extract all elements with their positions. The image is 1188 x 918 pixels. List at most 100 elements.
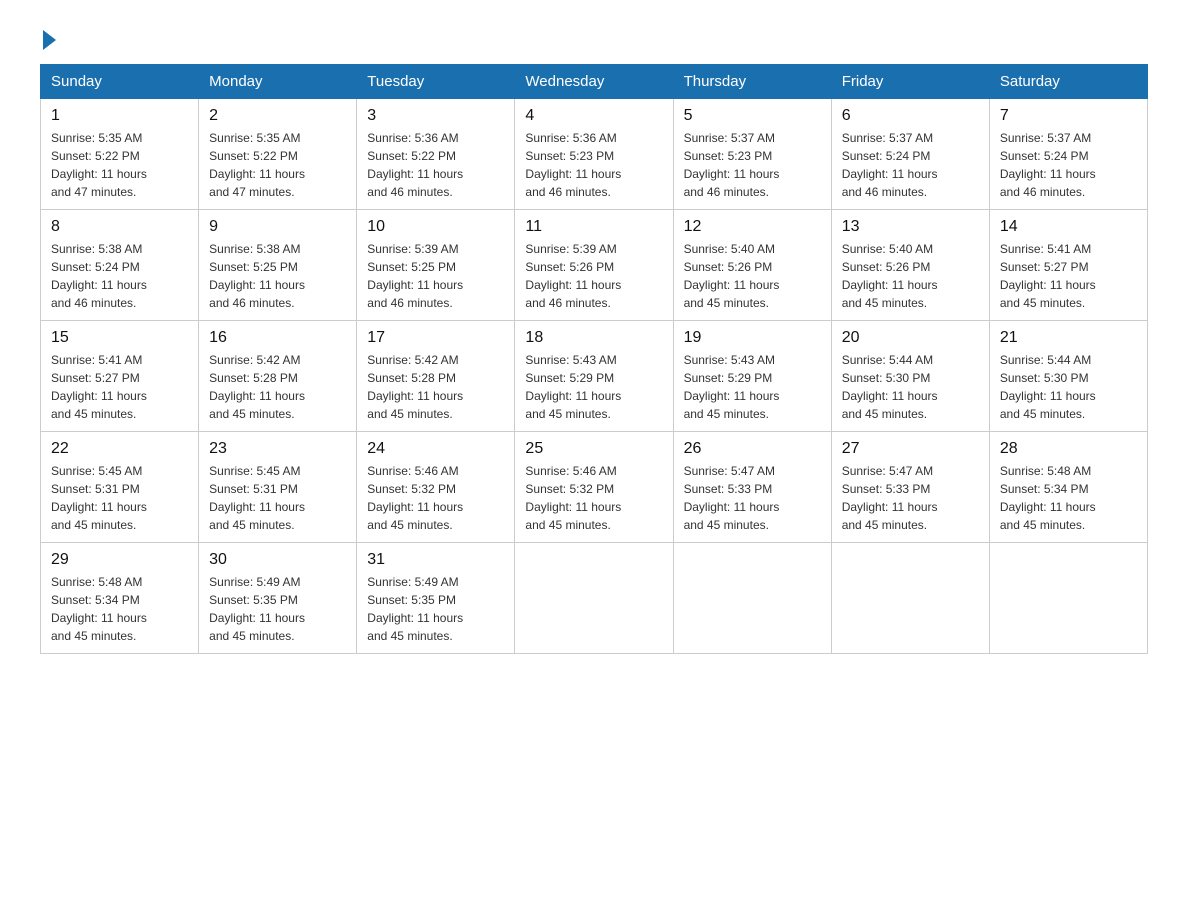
day-info: Sunrise: 5:48 AM Sunset: 5:34 PM Dayligh… xyxy=(1000,462,1137,534)
calendar-empty-cell xyxy=(515,543,673,654)
calendar-day-cell: 9Sunrise: 5:38 AM Sunset: 5:25 PM Daylig… xyxy=(199,210,357,321)
day-number: 9 xyxy=(209,218,346,236)
day-number: 13 xyxy=(842,218,979,236)
day-info: Sunrise: 5:35 AM Sunset: 5:22 PM Dayligh… xyxy=(209,129,346,201)
logo xyxy=(40,30,56,44)
logo-top xyxy=(40,30,56,50)
day-info: Sunrise: 5:39 AM Sunset: 5:25 PM Dayligh… xyxy=(367,240,504,312)
calendar-header-wednesday: Wednesday xyxy=(515,65,673,99)
calendar-day-cell: 28 Sunrise: 5:48 AM Sunset: 5:34 PM Dayli… xyxy=(989,432,1147,543)
calendar-header-sunday: Sunday xyxy=(41,65,199,99)
calendar-day-cell: 8 Sunrise: 5:38 AM Sunset: 5:24 PM Daylig… xyxy=(41,210,199,321)
calendar-header-monday: Monday xyxy=(199,65,357,99)
day-info: Sunrise: 5:41 AM Sunset: 5:27 PM Dayligh… xyxy=(1000,240,1137,312)
calendar-week-row: 22 Sunrise: 5:45 AM Sunset: 5:31 PM Dayli… xyxy=(41,432,1148,543)
day-number: 12 xyxy=(684,218,821,236)
calendar-header-saturday: Saturday xyxy=(989,65,1147,99)
day-number: 22 xyxy=(51,440,188,458)
day-number: 8 xyxy=(51,218,188,236)
calendar-day-cell: 6 Sunrise: 5:37 AM Sunset: 5:24 PM Daylig… xyxy=(831,99,989,210)
calendar-day-cell: 16 Sunrise: 5:42 AM Sunset: 5:28 PM Dayli… xyxy=(199,321,357,432)
day-number: 5 xyxy=(684,107,821,125)
calendar-day-cell: 1Sunrise: 5:35 AM Sunset: 5:22 PM Daylig… xyxy=(41,99,199,210)
day-number: 2 xyxy=(209,107,346,125)
calendar-day-cell: 29 Sunrise: 5:48 AM Sunset: 5:34 PM Dayli… xyxy=(41,543,199,654)
day-info: Sunrise: 5:46 AM Sunset: 5:32 PM Dayligh… xyxy=(367,462,504,534)
day-info: Sunrise: 5:36 AM Sunset: 5:22 PM Dayligh… xyxy=(367,129,504,201)
day-number: 26 xyxy=(684,440,821,458)
day-number: 6 xyxy=(842,107,979,125)
day-info: Sunrise: 5:43 AM Sunset: 5:29 PM Dayligh… xyxy=(525,351,662,423)
day-info: Sunrise: 5:37 AM Sunset: 5:24 PM Dayligh… xyxy=(842,129,979,201)
day-info: Sunrise: 5:46 AM Sunset: 5:32 PM Dayligh… xyxy=(525,462,662,534)
calendar-header-friday: Friday xyxy=(831,65,989,99)
day-number: 28 xyxy=(1000,440,1137,458)
logo-triangle-icon xyxy=(43,30,56,50)
calendar-empty-cell xyxy=(673,543,831,654)
calendar-day-cell: 20 Sunrise: 5:44 AM Sunset: 5:30 PM Dayli… xyxy=(831,321,989,432)
day-info: Sunrise: 5:45 AM Sunset: 5:31 PM Dayligh… xyxy=(209,462,346,534)
calendar-table: SundayMondayTuesdayWednesdayThursdayFrid… xyxy=(40,64,1148,654)
day-number: 4 xyxy=(525,107,662,125)
calendar-day-cell: 21Sunrise: 5:44 AM Sunset: 5:30 PM Dayli… xyxy=(989,321,1147,432)
day-number: 20 xyxy=(842,329,979,347)
calendar-day-cell: 11 Sunrise: 5:39 AM Sunset: 5:26 PM Dayli… xyxy=(515,210,673,321)
day-info: Sunrise: 5:47 AM Sunset: 5:33 PM Dayligh… xyxy=(842,462,979,534)
calendar-header-tuesday: Tuesday xyxy=(357,65,515,99)
calendar-header-thursday: Thursday xyxy=(673,65,831,99)
day-number: 19 xyxy=(684,329,821,347)
calendar-day-cell: 23 Sunrise: 5:45 AM Sunset: 5:31 PM Dayli… xyxy=(199,432,357,543)
day-info: Sunrise: 5:37 AM Sunset: 5:23 PM Dayligh… xyxy=(684,129,821,201)
day-info: Sunrise: 5:43 AM Sunset: 5:29 PM Dayligh… xyxy=(684,351,821,423)
calendar-day-cell: 3 Sunrise: 5:36 AM Sunset: 5:22 PM Daylig… xyxy=(357,99,515,210)
day-info: Sunrise: 5:36 AM Sunset: 5:23 PM Dayligh… xyxy=(525,129,662,201)
day-number: 3 xyxy=(367,107,504,125)
day-number: 17 xyxy=(367,329,504,347)
day-number: 24 xyxy=(367,440,504,458)
day-info: Sunrise: 5:42 AM Sunset: 5:28 PM Dayligh… xyxy=(367,351,504,423)
day-info: Sunrise: 5:40 AM Sunset: 5:26 PM Dayligh… xyxy=(684,240,821,312)
day-info: Sunrise: 5:37 AM Sunset: 5:24 PM Dayligh… xyxy=(1000,129,1137,201)
day-info: Sunrise: 5:48 AM Sunset: 5:34 PM Dayligh… xyxy=(51,573,188,645)
calendar-day-cell: 19 Sunrise: 5:43 AM Sunset: 5:29 PM Dayli… xyxy=(673,321,831,432)
day-number: 14 xyxy=(1000,218,1137,236)
day-info: Sunrise: 5:41 AM Sunset: 5:27 PM Dayligh… xyxy=(51,351,188,423)
day-info: Sunrise: 5:44 AM Sunset: 5:30 PM Dayligh… xyxy=(842,351,979,423)
calendar-day-cell: 5 Sunrise: 5:37 AM Sunset: 5:23 PM Daylig… xyxy=(673,99,831,210)
calendar-day-cell: 30Sunrise: 5:49 AM Sunset: 5:35 PM Dayli… xyxy=(199,543,357,654)
day-info: Sunrise: 5:45 AM Sunset: 5:31 PM Dayligh… xyxy=(51,462,188,534)
day-number: 16 xyxy=(209,329,346,347)
day-number: 7 xyxy=(1000,107,1137,125)
day-info: Sunrise: 5:49 AM Sunset: 5:35 PM Dayligh… xyxy=(367,573,504,645)
day-number: 11 xyxy=(525,218,662,236)
day-number: 21 xyxy=(1000,329,1137,347)
calendar-empty-cell xyxy=(989,543,1147,654)
calendar-day-cell: 7 Sunrise: 5:37 AM Sunset: 5:24 PM Daylig… xyxy=(989,99,1147,210)
day-info: Sunrise: 5:47 AM Sunset: 5:33 PM Dayligh… xyxy=(684,462,821,534)
calendar-week-row: 1Sunrise: 5:35 AM Sunset: 5:22 PM Daylig… xyxy=(41,99,1148,210)
calendar-day-cell: 22 Sunrise: 5:45 AM Sunset: 5:31 PM Dayli… xyxy=(41,432,199,543)
calendar-day-cell: 27Sunrise: 5:47 AM Sunset: 5:33 PM Dayli… xyxy=(831,432,989,543)
day-info: Sunrise: 5:39 AM Sunset: 5:26 PM Dayligh… xyxy=(525,240,662,312)
calendar-week-row: 15Sunrise: 5:41 AM Sunset: 5:27 PM Dayli… xyxy=(41,321,1148,432)
calendar-day-cell: 13 Sunrise: 5:40 AM Sunset: 5:26 PM Dayli… xyxy=(831,210,989,321)
calendar-day-cell: 24 Sunrise: 5:46 AM Sunset: 5:32 PM Dayli… xyxy=(357,432,515,543)
calendar-header-row: SundayMondayTuesdayWednesdayThursdayFrid… xyxy=(41,65,1148,99)
calendar-day-cell: 2 Sunrise: 5:35 AM Sunset: 5:22 PM Daylig… xyxy=(199,99,357,210)
day-number: 29 xyxy=(51,551,188,569)
calendar-day-cell: 4 Sunrise: 5:36 AM Sunset: 5:23 PM Daylig… xyxy=(515,99,673,210)
calendar-day-cell: 26 Sunrise: 5:47 AM Sunset: 5:33 PM Dayli… xyxy=(673,432,831,543)
calendar-day-cell: 17 Sunrise: 5:42 AM Sunset: 5:28 PM Dayli… xyxy=(357,321,515,432)
day-info: Sunrise: 5:38 AM Sunset: 5:24 PM Dayligh… xyxy=(51,240,188,312)
calendar-day-cell: 10Sunrise: 5:39 AM Sunset: 5:25 PM Dayli… xyxy=(357,210,515,321)
calendar-empty-cell xyxy=(831,543,989,654)
day-number: 30 xyxy=(209,551,346,569)
day-number: 31 xyxy=(367,551,504,569)
calendar-day-cell: 18Sunrise: 5:43 AM Sunset: 5:29 PM Dayli… xyxy=(515,321,673,432)
day-info: Sunrise: 5:35 AM Sunset: 5:22 PM Dayligh… xyxy=(51,129,188,201)
day-info: Sunrise: 5:42 AM Sunset: 5:28 PM Dayligh… xyxy=(209,351,346,423)
day-number: 25 xyxy=(525,440,662,458)
calendar-day-cell: 15Sunrise: 5:41 AM Sunset: 5:27 PM Dayli… xyxy=(41,321,199,432)
day-info: Sunrise: 5:40 AM Sunset: 5:26 PM Dayligh… xyxy=(842,240,979,312)
day-number: 23 xyxy=(209,440,346,458)
